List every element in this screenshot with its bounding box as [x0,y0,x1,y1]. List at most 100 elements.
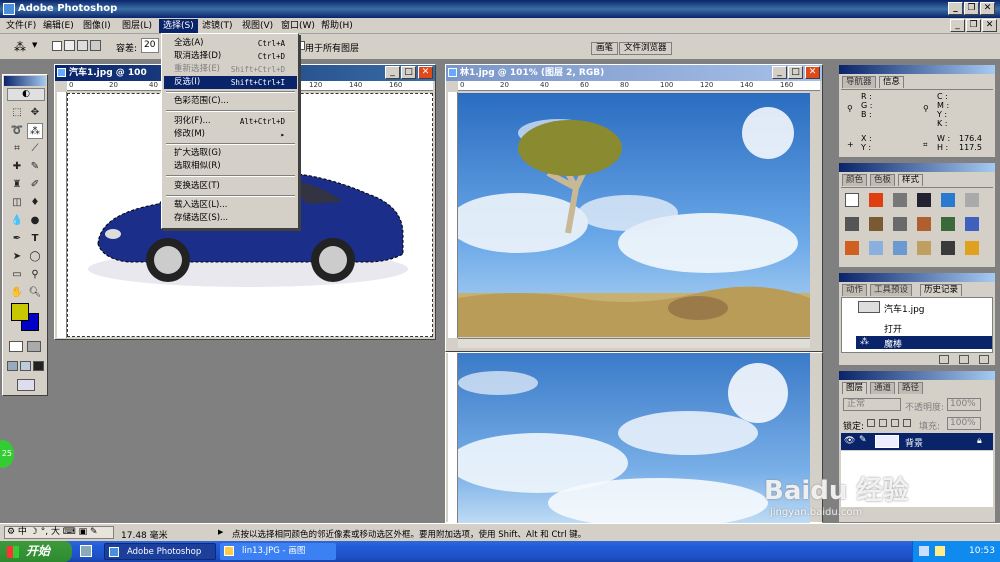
slice-icon[interactable]: ⟋ [27,141,43,157]
style-swatch[interactable] [845,241,859,255]
style-swatch[interactable] [893,217,907,231]
screen-mode-1-icon[interactable] [7,361,18,371]
foreground-color-swatch[interactable] [11,303,29,321]
pen-icon[interactable]: ✒ [9,231,25,247]
tab-file-browser[interactable]: 文件浏览器 [619,42,672,55]
task-paint[interactable]: lin13.JPG - 画图 [220,543,336,560]
quick-mask-icon[interactable] [27,341,41,352]
lock-all-icon[interactable] [903,419,911,427]
menu-item-save-selection[interactable]: 存储选区(S)... [164,212,297,225]
eraser-icon[interactable]: ◫ [9,195,25,211]
menu-window[interactable]: 窗口(W) [277,19,319,33]
task-photoshop[interactable]: Adobe Photoshop [104,543,216,560]
history-item-magic-wand[interactable]: 魔棒 [884,337,902,350]
history-brush-icon[interactable]: ✐ [27,177,43,193]
lock-brush-icon[interactable] [879,419,887,427]
menu-item-transform-selection[interactable]: 变换选区(T) [164,180,297,193]
new-document-icon[interactable] [939,355,949,364]
tab-navigator[interactable]: 导航器 [842,76,876,88]
tab-color[interactable]: 颜色 [842,174,868,186]
doc-restore-button[interactable]: ❐ [966,19,981,32]
stamp-icon[interactable]: ♜ [9,177,25,193]
doc-tree-minimize-button[interactable]: _ [772,66,787,79]
horizontal-scrollbar[interactable] [458,338,810,348]
ime-toolbar-icon[interactable]: ⚙ 中 ☽ °, 大 ⌨ ▣ ✎ [4,526,114,539]
menu-filter[interactable]: 滤镜(T) [198,19,237,33]
move-icon[interactable]: ✥ [27,105,43,121]
notes-icon[interactable]: ▭ [9,267,25,283]
volume-icon[interactable] [935,546,945,556]
subtract-selection-icon[interactable] [77,40,88,51]
tab-info[interactable]: 信息 [879,76,905,88]
style-swatch[interactable] [869,241,883,255]
photoshop-eye-icon[interactable]: ◐ [7,88,45,101]
lock-move-icon[interactable] [891,419,899,427]
layer-row-background[interactable]: 👁︎ ✎ 背景 🔒︎ [841,433,993,450]
add-selection-icon[interactable] [64,40,75,51]
restore-button[interactable]: ❐ [964,2,979,15]
tab-actions[interactable]: 动作 [842,284,868,296]
style-swatch[interactable] [917,193,931,207]
style-swatch[interactable] [941,241,955,255]
intersect-selection-icon[interactable] [90,40,101,51]
history-item-selected[interactable] [856,336,992,349]
style-swatch[interactable] [941,193,955,207]
menu-view[interactable]: 视图(V) [238,19,277,33]
brush-icon[interactable]: ✎ [27,159,43,175]
crop-icon[interactable]: ⌗ [9,141,25,157]
menu-item-select-all[interactable]: 全选(A) Ctrl+A [164,37,297,50]
magic-wand-icon[interactable]: ⁂ [27,123,43,139]
tab-styles[interactable]: 样式 [898,174,924,186]
menu-select[interactable]: 选择(S) [159,19,198,33]
menu-item-reselect[interactable]: 重新选择(E) Shift+Ctrl+D [164,63,297,76]
dodge-icon[interactable]: ● [27,213,43,229]
tab-history[interactable]: 历史记录 [920,284,963,296]
tab-paths[interactable]: 路径 [898,382,924,394]
eyedropper-icon[interactable]: ⚲ [27,267,43,283]
style-swatch[interactable] [869,217,883,231]
doc-car-minimize-button[interactable]: _ [385,66,400,79]
blend-mode-select[interactable]: 正常 [843,398,901,411]
doc-car-maximize-button[interactable]: □ [401,66,416,79]
menu-edit[interactable]: 编辑(E) [39,19,78,33]
minimize-button[interactable]: _ [948,2,963,15]
tab-tool-presets[interactable]: 工具预设 [870,284,913,296]
menu-item-similar[interactable]: 选取相似(R) [164,160,297,173]
screen-mode-3-icon[interactable] [33,361,44,371]
doc-car-close-button[interactable]: ✕ [418,66,433,79]
lasso-icon[interactable]: ➰ [9,123,25,139]
history-item-open[interactable]: 打开 [884,322,902,335]
zoom-icon[interactable]: 🔍︎ [27,285,43,301]
style-swatch[interactable] [965,241,979,255]
shape-icon[interactable]: ◯ [27,249,43,265]
menu-layer[interactable]: 图层(L) [118,19,156,33]
sky-canvas[interactable] [458,353,810,524]
menu-item-load-selection[interactable]: 载入选区(L)... [164,199,297,212]
doc-close-button[interactable]: ✕ [982,19,997,32]
blur-icon[interactable]: 💧 [9,213,25,229]
style-swatch[interactable] [893,193,907,207]
healing-icon[interactable]: ✚ [9,159,25,175]
menu-image[interactable]: 图像(I) [79,19,115,33]
style-swatch[interactable] [893,241,907,255]
doc-minimize-button[interactable]: _ [950,19,965,32]
marquee-icon[interactable]: ⬚ [9,105,25,121]
path-select-icon[interactable]: ➤ [9,249,25,265]
menu-help[interactable]: 帮助(H) [317,19,357,33]
tolerance-input[interactable]: 20 [141,38,159,53]
chevron-down-icon[interactable]: ▼ [32,41,37,49]
trash-icon[interactable] [979,355,989,364]
style-swatch[interactable] [965,217,979,231]
style-swatch[interactable] [965,193,979,207]
history-snapshot[interactable]: 汽车1.jpg [884,302,925,315]
style-swatch[interactable] [845,217,859,231]
network-icon[interactable] [919,546,929,556]
bucket-icon[interactable]: ♦ [27,195,43,211]
tab-brushes[interactable]: 画笔 [591,42,619,55]
eye-icon[interactable]: 👁︎ [844,436,855,446]
show-desktop-icon[interactable] [80,545,92,557]
lock-transparency-icon[interactable] [867,419,875,427]
menu-file[interactable]: 文件(F) [2,19,40,33]
opacity-input[interactable]: 100% [947,398,981,411]
style-swatch[interactable] [941,217,955,231]
